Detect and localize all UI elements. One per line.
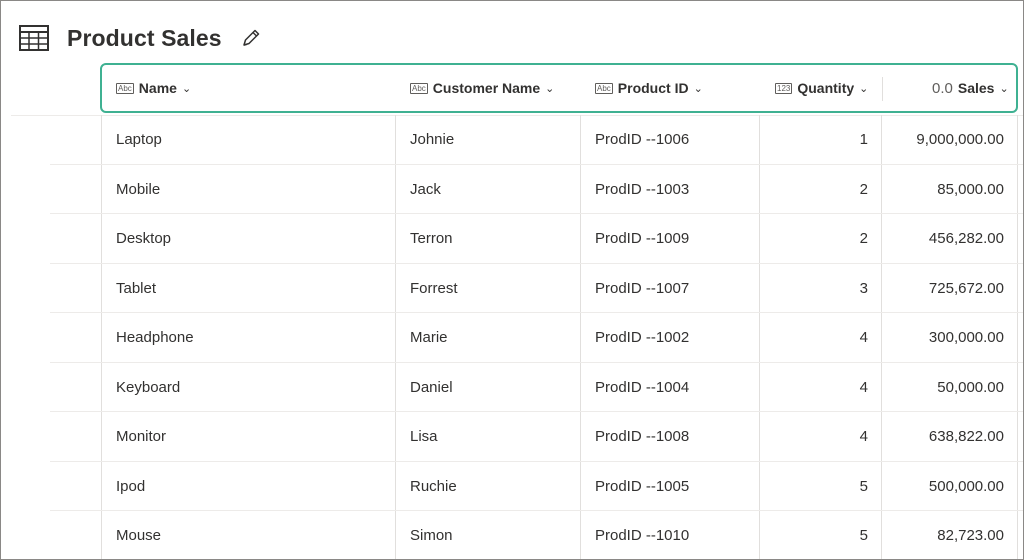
column-header-label: Customer Name (432, 80, 541, 96)
text-type-icon: Abc (116, 82, 134, 94)
cell-quantity[interactable]: 4 (860, 363, 868, 412)
table-row[interactable]: Headphone Marie ProdID --1002 4 300,000.00 (1, 313, 1023, 363)
number-type-icon: 123 (775, 82, 793, 94)
cell-quantity[interactable]: 5 (860, 511, 868, 559)
cell-customer-name[interactable]: Ruchie (410, 462, 457, 511)
chevron-down-icon[interactable]: ⌄ (545, 82, 554, 95)
cell-product-id[interactable]: ProdID --1006 (595, 115, 689, 164)
column-header-row: Abc Name ⌄ Abc Customer Name ⌄ Abc Produ… (100, 63, 1018, 113)
cell-product-id[interactable]: ProdID --1008 (595, 412, 689, 461)
app-window: Product Sales Abc Name ⌄ Abc Customer Na… (0, 0, 1024, 560)
cell-customer-name[interactable]: Jack (410, 165, 441, 214)
cell-name[interactable]: Keyboard (116, 363, 180, 412)
cell-sales[interactable]: 500,000.00 (929, 462, 1004, 511)
text-type-icon: Abc (595, 82, 613, 94)
cell-name[interactable]: Mouse (116, 511, 161, 559)
cell-product-id[interactable]: ProdID --1004 (595, 363, 689, 412)
cell-name[interactable]: Ipod (116, 462, 145, 511)
pencil-edit-icon[interactable] (240, 27, 262, 49)
table-grid-icon (19, 25, 49, 51)
cell-quantity[interactable]: 5 (860, 462, 868, 511)
table-row[interactable]: Monitor Lisa ProdID --1008 4 638,822.00 (1, 412, 1023, 462)
column-header-name[interactable]: Abc Name ⌄ (116, 65, 191, 111)
chevron-down-icon[interactable]: ⌄ (859, 82, 868, 95)
cell-sales[interactable]: 725,672.00 (929, 264, 1004, 313)
cell-customer-name[interactable]: Forrest (410, 264, 458, 313)
cell-customer-name[interactable]: Daniel (410, 363, 453, 412)
cell-sales[interactable]: 456,282.00 (929, 214, 1004, 263)
cell-product-id[interactable]: ProdID --1007 (595, 264, 689, 313)
text-type-icon: Abc (410, 82, 428, 94)
data-grid: Laptop Johnie ProdID --1006 1 9,000,000.00 Mo… (1, 115, 1023, 559)
cell-sales[interactable]: 85,000.00 (937, 165, 1004, 214)
table-row[interactable]: Keyboard Daniel ProdID --1004 4 50,000.00 (1, 363, 1023, 412)
header-divider (882, 77, 883, 101)
column-header-label: Sales (957, 80, 995, 96)
cell-sales[interactable]: 50,000.00 (937, 363, 1004, 412)
column-header-quantity[interactable]: 123 Quantity ⌄ (775, 65, 868, 111)
column-header-product-id[interactable]: Abc Product ID ⌄ (595, 65, 703, 111)
chevron-down-icon[interactable]: ⌄ (694, 82, 703, 95)
cell-name[interactable]: Desktop (116, 214, 171, 263)
page-title: Product Sales (67, 24, 222, 51)
table-row[interactable]: Tablet Forrest ProdID --1007 3 725,672.00 (1, 264, 1023, 313)
decimal-type-icon: 0.0 (932, 79, 953, 97)
cell-product-id[interactable]: ProdID --1003 (595, 165, 689, 214)
cell-customer-name[interactable]: Simon (410, 511, 453, 559)
table-row[interactable]: Desktop Terron ProdID --1009 2 456,282.00 (1, 214, 1023, 264)
cell-product-id[interactable]: ProdID --1005 (595, 462, 689, 511)
cell-customer-name[interactable]: Marie (410, 313, 448, 362)
cell-name[interactable]: Monitor (116, 412, 166, 461)
column-header-label: Name (138, 80, 177, 96)
column-header-label: Quantity (797, 80, 855, 96)
cell-name[interactable]: Tablet (116, 264, 156, 313)
column-header-sales[interactable]: 0.0 Sales ⌄ (932, 65, 1009, 111)
cell-sales[interactable]: 82,723.00 (937, 511, 1004, 559)
table-row[interactable]: Ipod Ruchie ProdID --1005 5 500,000.00 (1, 462, 1023, 511)
cell-name[interactable]: Headphone (116, 313, 194, 362)
cell-quantity[interactable]: 1 (860, 115, 868, 164)
cell-sales[interactable]: 638,822.00 (929, 412, 1004, 461)
table-row[interactable]: Mouse Simon ProdID --1010 5 82,723.00 (1, 511, 1023, 559)
cell-customer-name[interactable]: Terron (410, 214, 453, 263)
chevron-down-icon[interactable]: ⌄ (182, 82, 191, 95)
cell-name[interactable]: Mobile (116, 165, 160, 214)
cell-quantity[interactable]: 4 (860, 412, 868, 461)
cell-sales[interactable]: 9,000,000.00 (916, 115, 1004, 164)
table-row[interactable]: Mobile Jack ProdID --1003 2 85,000.00 (1, 165, 1023, 214)
cell-product-id[interactable]: ProdID --1002 (595, 313, 689, 362)
column-header-label: Product ID (617, 80, 689, 96)
cell-quantity[interactable]: 2 (860, 165, 868, 214)
table-row[interactable]: Laptop Johnie ProdID --1006 1 9,000,000.00 (1, 115, 1023, 165)
cell-quantity[interactable]: 3 (860, 264, 868, 313)
cell-product-id[interactable]: ProdID --1009 (595, 214, 689, 263)
cell-quantity[interactable]: 2 (860, 214, 868, 263)
cell-name[interactable]: Laptop (116, 115, 162, 164)
cell-quantity[interactable]: 4 (860, 313, 868, 362)
cell-product-id[interactable]: ProdID --1010 (595, 511, 689, 559)
cell-sales[interactable]: 300,000.00 (929, 313, 1004, 362)
chevron-down-icon[interactable]: ⌄ (999, 82, 1008, 95)
title-bar: Product Sales (19, 23, 262, 53)
cell-customer-name[interactable]: Lisa (410, 412, 438, 461)
column-header-customer-name[interactable]: Abc Customer Name ⌄ (410, 65, 554, 111)
cell-customer-name[interactable]: Johnie (410, 115, 454, 164)
